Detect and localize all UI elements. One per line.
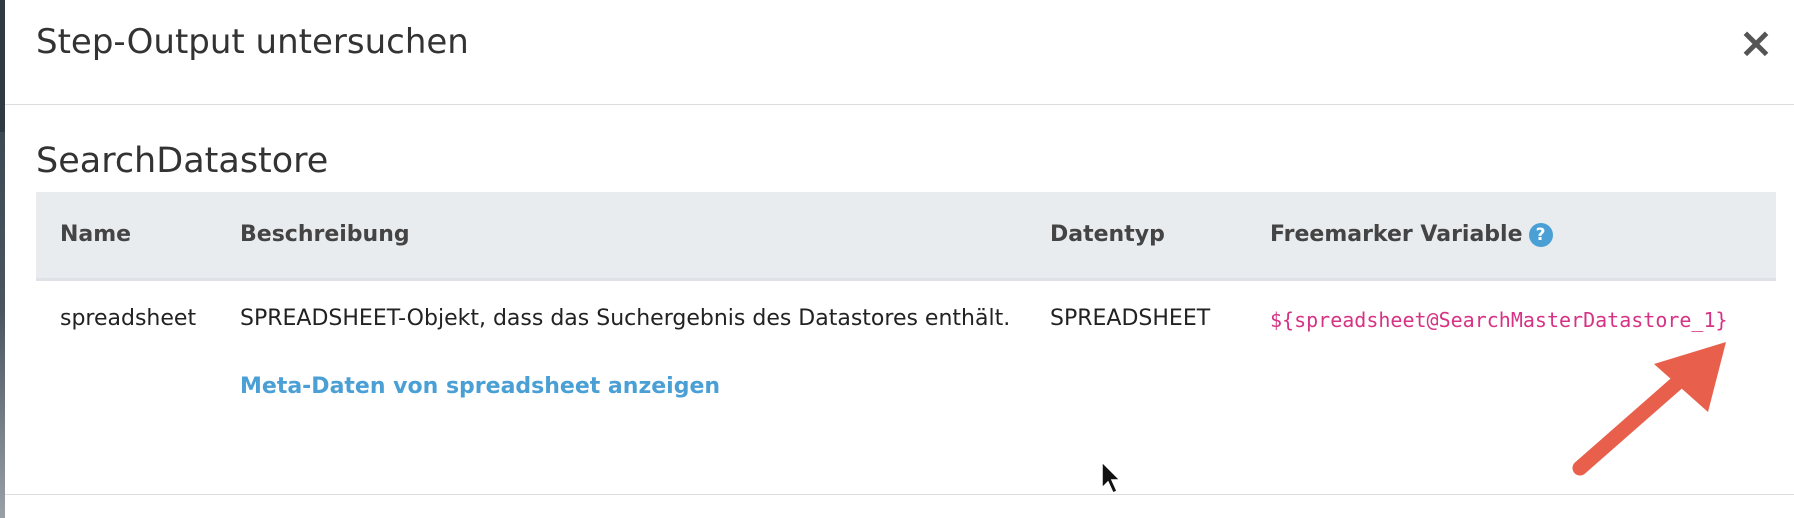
section-title: SearchDatastore	[36, 141, 329, 181]
mouse-cursor-icon	[1101, 460, 1122, 495]
cell-datatype: SPREADSHEET	[1050, 306, 1211, 331]
modal-title: Step-Output untersuchen	[36, 22, 469, 62]
cell-freemarker-variable[interactable]: ${spreadsheet@SearchMasterDatastore_1}	[1270, 308, 1728, 332]
column-header-variable: Freemarker Variable?	[1270, 222, 1553, 247]
close-icon[interactable]: ×	[1736, 20, 1776, 66]
table-header: Name Beschreibung Datentyp Freemarker Va…	[36, 192, 1776, 281]
annotation-arrow-icon	[1572, 342, 1726, 476]
modal-divider	[5, 494, 1794, 495]
column-header-variable-label: Freemarker Variable	[1270, 222, 1523, 247]
cell-name: spreadsheet	[60, 306, 197, 331]
column-header-datatype: Datentyp	[1050, 222, 1165, 247]
cell-description: SPREADSHEET-Objekt, dass das Suchergebni…	[240, 306, 1011, 331]
show-metadata-link[interactable]: Meta-Daten von spreadsheet anzeigen	[240, 374, 720, 399]
help-icon[interactable]: ?	[1528, 223, 1553, 247]
modal-header: Step-Output untersuchen ×	[5, 0, 1794, 105]
column-header-name: Name	[60, 222, 132, 247]
column-header-description: Beschreibung	[240, 222, 410, 247]
